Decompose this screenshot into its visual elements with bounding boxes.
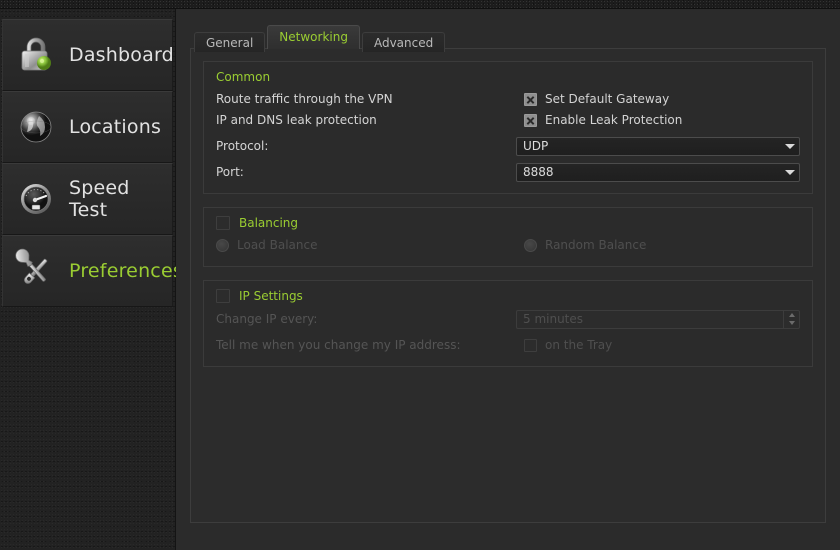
load-balance-radio[interactable]: Load Balance [216,238,516,252]
sidebar-navigation: Dashboard Locations Speed Test Preferenc… [0,9,183,550]
ip-settings-enable-checkbox[interactable] [216,289,230,303]
sidebar-item-label: Speed Test [69,177,130,221]
enable-leak-protection-checkbox[interactable]: Enable Leak Protection [516,113,800,127]
route-traffic-row: Route traffic through the VPN Set Defaul… [216,89,800,109]
random-balance-radio-circle[interactable] [524,238,537,252]
port-label: Port: [216,165,244,179]
load-balance-radio-circle[interactable] [216,238,229,252]
balancing-group: Balancing Load Balance Random Balance [203,207,813,267]
on-the-tray-label: on the Tray [545,338,613,352]
set-default-gateway-label: Set Default Gateway [545,92,670,106]
window-titlebar [0,0,840,9]
on-the-tray-checkbox[interactable]: on the Tray [516,338,800,352]
tab-networking[interactable]: Networking [267,25,360,49]
ip-settings-group-title: IP Settings [239,289,303,303]
enable-leak-protection-checkbox-box[interactable] [524,113,537,127]
chevron-down-icon[interactable] [781,169,799,175]
change-ip-field: 5 minutes [516,309,800,329]
tools-icon [13,248,59,294]
route-traffic-label: Route traffic through the VPN [216,92,393,106]
random-balance-label: Random Balance [545,238,647,252]
speedometer-icon [13,176,59,222]
notify-label: Tell me when you change my IP address: [216,338,461,352]
sidebar-item-label: Locations [69,116,162,138]
sidebar-item-locations[interactable]: Locations [2,91,173,163]
protocol-label: Protocol: [216,139,269,153]
application-window: Dashboard Locations Speed Test Preferenc… [0,0,840,550]
leak-protection-row: IP and DNS leak protection Enable Leak P… [216,110,800,130]
common-group-title: Common [216,70,271,84]
balancing-group-title: Balancing [239,216,299,230]
set-default-gateway-checkbox-box[interactable] [524,92,537,106]
preferences-content: General Networking Advanced Common Route… [176,9,840,550]
preferences-tabbar: General Networking Advanced [194,25,826,52]
balance-options-row: Load Balance Random Balance [216,235,800,255]
common-group: Common Route traffic through the VPN Set… [203,61,813,194]
spinbox-buttons[interactable] [783,310,799,328]
change-ip-value: 5 minutes [523,312,584,326]
load-balance-label: Load Balance [237,238,318,252]
protocol-field: UDP [516,136,800,156]
enable-leak-protection-label: Enable Leak Protection [545,113,683,127]
sidebar-item-label: Dashboard [69,44,174,66]
sidebar-item-dashboard[interactable]: Dashboard [2,19,174,91]
leak-protection-label: IP and DNS leak protection [216,113,377,127]
change-ip-label: Change IP every: [216,312,318,326]
random-balance-radio[interactable]: Random Balance [516,238,800,252]
port-value: 8888 [523,165,554,179]
port-row: Port: 8888 [216,162,800,182]
padlock-icon [13,32,59,78]
balancing-enable-checkbox[interactable] [216,216,230,230]
globe-icon [13,104,59,150]
ip-settings-group-header[interactable]: IP Settings [216,289,800,303]
sidebar-item-label: Preferences [69,260,183,282]
tab-advanced[interactable]: Advanced [361,32,446,52]
ip-settings-group: IP Settings Change IP every: 5 minutes T… [203,280,813,367]
balancing-group-header[interactable]: Balancing [216,216,800,230]
notify-row: Tell me when you change my IP address: o… [216,335,800,355]
chevron-down-icon[interactable] [781,143,799,149]
window-body: Dashboard Locations Speed Test Preferenc… [0,9,840,550]
tab-general[interactable]: General [194,32,266,52]
sidebar-item-preferences[interactable]: Preferences [2,235,183,307]
protocol-value: UDP [523,139,549,153]
sidebar-item-speed-test[interactable]: Speed Test [2,163,173,235]
spinbox-up-icon[interactable] [784,311,799,320]
port-field: 8888 [516,162,800,182]
change-ip-spinbox[interactable]: 5 minutes [516,309,800,329]
set-default-gateway-checkbox[interactable]: Set Default Gateway [516,92,800,106]
spinbox-down-icon[interactable] [784,319,799,328]
sidebar-empty-area [0,315,175,550]
protocol-dropdown[interactable]: UDP [516,136,800,156]
on-the-tray-checkbox-box[interactable] [524,338,537,352]
networking-tab-panel: Common Route traffic through the VPN Set… [190,48,826,523]
change-ip-row: Change IP every: 5 minutes [216,309,800,329]
protocol-row: Protocol: UDP [216,136,800,156]
port-dropdown[interactable]: 8888 [516,162,800,182]
